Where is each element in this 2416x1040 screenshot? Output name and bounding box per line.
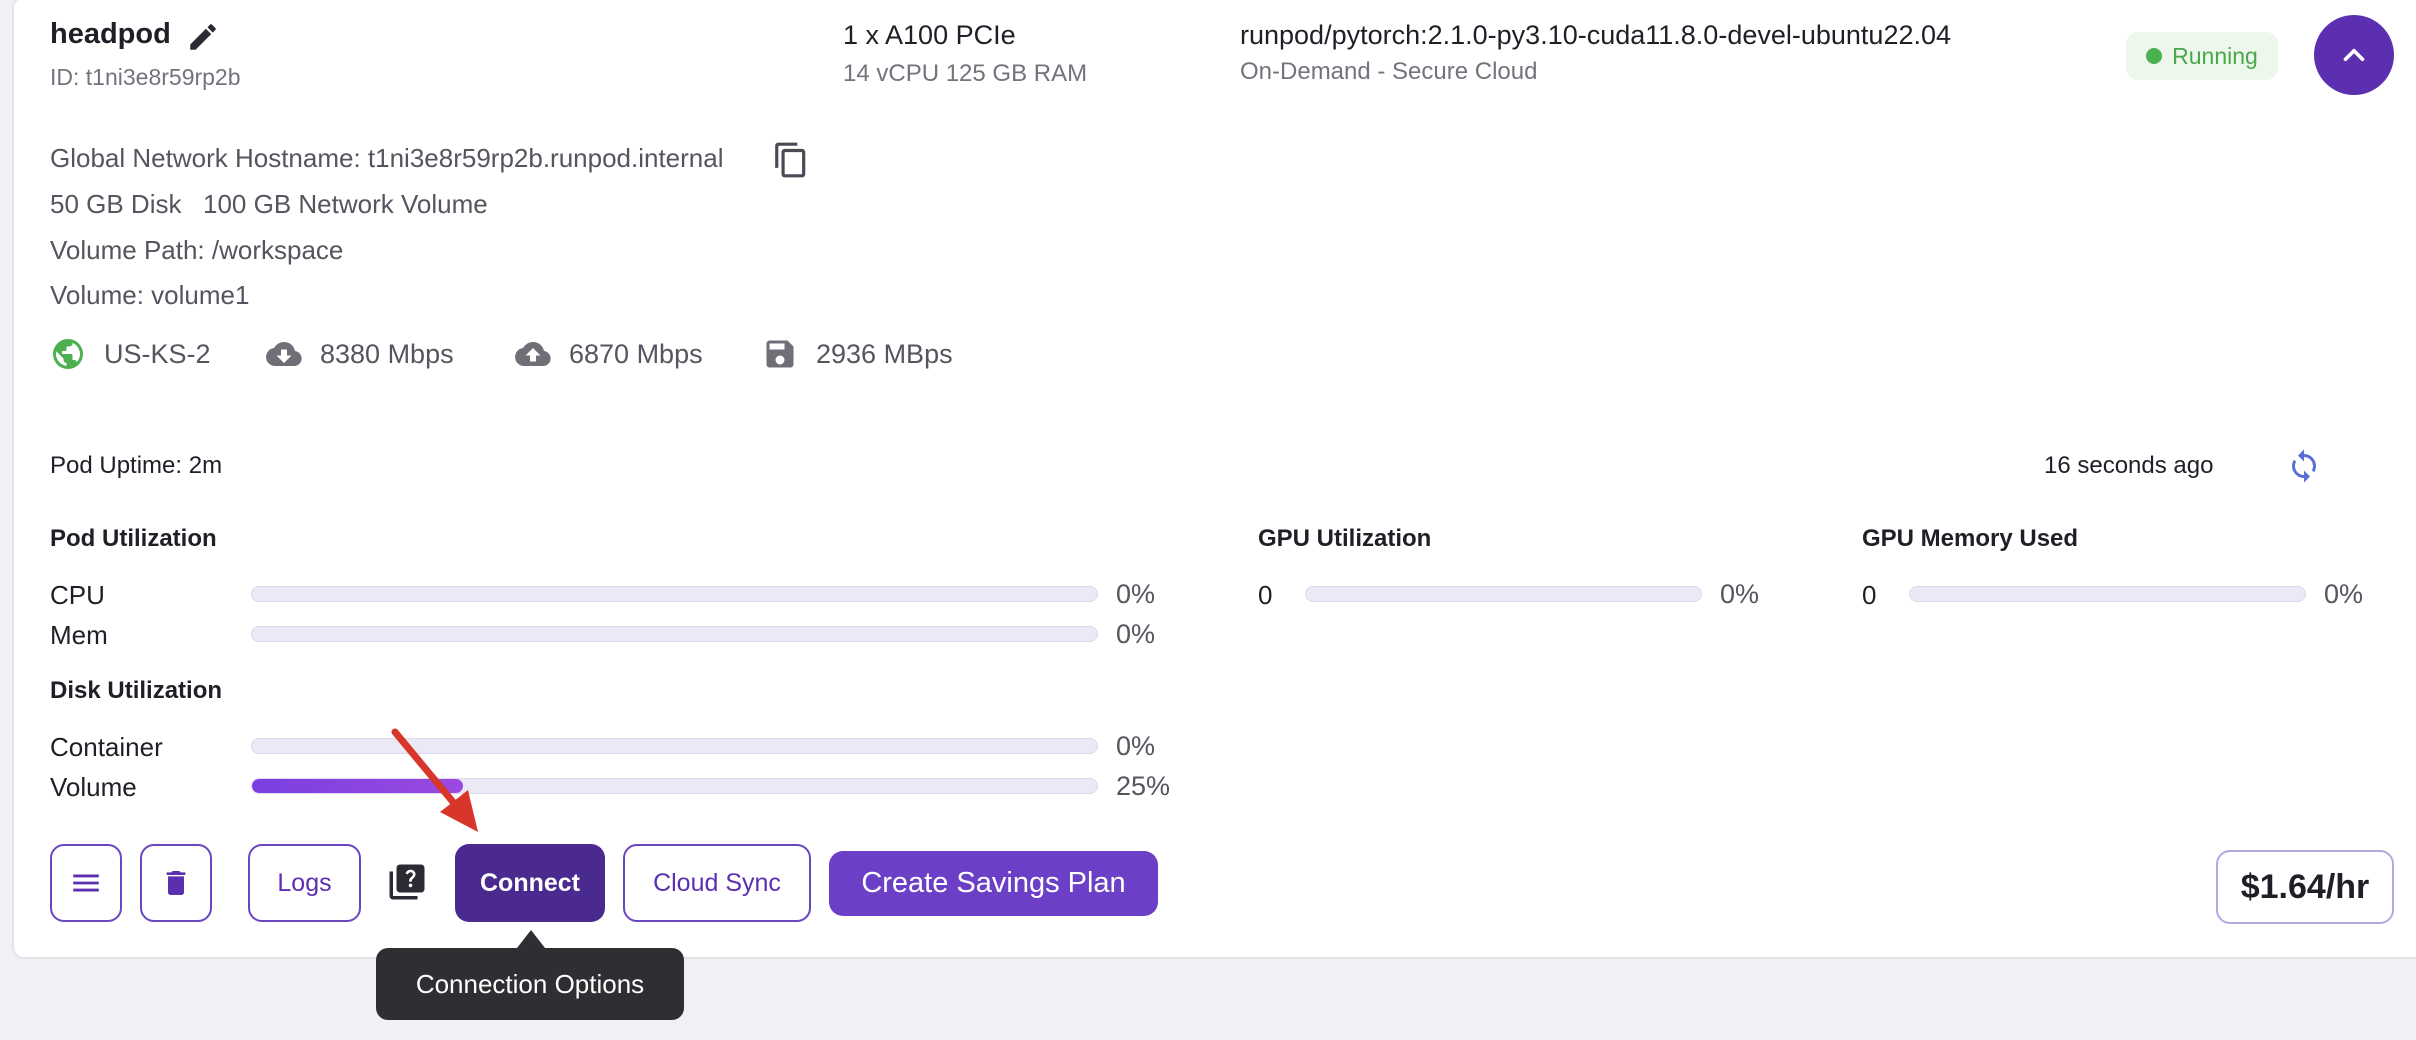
- refresh-icon[interactable]: [2286, 448, 2322, 484]
- pod-utilization-title: Pod Utilization: [50, 525, 217, 552]
- collapse-button[interactable]: [2314, 15, 2394, 95]
- cloud-sync-button[interactable]: Cloud Sync: [623, 844, 811, 922]
- container-label: Container: [50, 732, 163, 762]
- trash-icon: [166, 871, 186, 895]
- gpu-memory-title: GPU Memory Used: [1862, 525, 2079, 552]
- annotation-arrow: [391, 728, 478, 832]
- status-badge: Running: [2126, 32, 2278, 80]
- cloud-upload-icon: [515, 336, 551, 372]
- globe-icon: [50, 336, 86, 372]
- tooltip-text: Connection Options: [415, 968, 645, 999]
- logs-button[interactable]: Logs: [248, 844, 361, 922]
- cloud-type: On-Demand - Secure Cloud: [1240, 58, 1538, 85]
- copy-icon[interactable]: [772, 140, 810, 180]
- pod-uptime: Pod Uptime: 2m: [50, 452, 223, 479]
- connect-button[interactable]: Connect: [455, 844, 605, 922]
- pod-page: headpod ID: t1ni3e8r59rp2b 1 x A100 PCIe…: [0, 0, 2416, 1040]
- menu-icon: [73, 874, 99, 892]
- gpu-memory-index: 0: [1862, 580, 1877, 610]
- connect-label: Connect: [480, 868, 580, 897]
- help-docs-icon[interactable]: [386, 860, 428, 904]
- volume-path: Volume Path: /workspace: [50, 235, 344, 265]
- pod-name: headpod: [50, 18, 171, 50]
- volume-label: Volume: [50, 772, 137, 802]
- cloud-download-icon: [266, 336, 302, 372]
- delete-button[interactable]: [140, 844, 212, 922]
- mem-bar: [251, 626, 1098, 642]
- mem-percent: 0%: [1116, 619, 1156, 649]
- connection-options-tooltip: Connection Options: [376, 948, 684, 1020]
- volume-percent: 25%: [1116, 771, 1171, 801]
- disk-utilization-title: Disk Utilization: [50, 677, 223, 704]
- container-percent: 0%: [1116, 731, 1156, 761]
- upload-speed: 6870 Mbps: [569, 339, 703, 369]
- gpu-memory-bar: [1909, 586, 2306, 602]
- gpu-utilization-title: GPU Utilization: [1258, 525, 1432, 552]
- gpu-utilization-percent: 0%: [1720, 579, 1760, 609]
- container-bar: [251, 738, 1098, 754]
- hostname: Global Network Hostname: t1ni3e8r59rp2b.…: [50, 143, 724, 173]
- pod-id: ID: t1ni3e8r59rp2b: [50, 64, 241, 90]
- create-savings-plan-button[interactable]: Create Savings Plan: [829, 851, 1158, 916]
- savings-plan-label: Create Savings Plan: [861, 867, 1126, 899]
- logs-label: Logs: [277, 868, 332, 897]
- gpu-type: 1 x A100 PCIe: [843, 20, 1016, 50]
- disk-speed: 2936 MBps: [816, 339, 953, 369]
- cpu-bar: [251, 586, 1098, 602]
- price-per-hour: $1.64/hr: [2216, 850, 2394, 924]
- tooltip-arrow: [517, 930, 545, 948]
- container-image: runpod/pytorch:2.1.0-py3.10-cuda11.8.0-d…: [1240, 20, 1952, 50]
- disk-size: 50 GB Disk: [50, 189, 182, 219]
- volume-bar: [251, 778, 1098, 794]
- gpu-index: 0: [1258, 580, 1273, 610]
- mem-label: Mem: [50, 620, 108, 650]
- region: US-KS-2: [104, 339, 211, 369]
- cpu-percent: 0%: [1116, 579, 1156, 609]
- volume-name: Volume: volume1: [50, 280, 250, 310]
- cpu-label: CPU: [50, 580, 105, 610]
- pod-resources: 14 vCPU 125 GB RAM: [843, 60, 1088, 87]
- network-volume-size: 100 GB Network Volume: [203, 189, 488, 219]
- gpu-memory-percent: 0%: [2324, 579, 2364, 609]
- price-text: $1.64/hr: [2240, 867, 2370, 906]
- cloud-sync-label: Cloud Sync: [653, 868, 781, 897]
- download-speed: 8380 Mbps: [320, 339, 454, 369]
- last-refreshed: 16 seconds ago: [2044, 452, 2214, 479]
- gpu-utilization-bar: [1305, 586, 1702, 602]
- status-text: Running: [2172, 42, 2258, 69]
- status-dot: [2146, 48, 2163, 64]
- floppy-disk-icon: [762, 336, 798, 372]
- chevron-up-icon: [2343, 48, 2365, 62]
- menu-button[interactable]: [50, 844, 122, 922]
- edit-icon[interactable]: [186, 20, 220, 54]
